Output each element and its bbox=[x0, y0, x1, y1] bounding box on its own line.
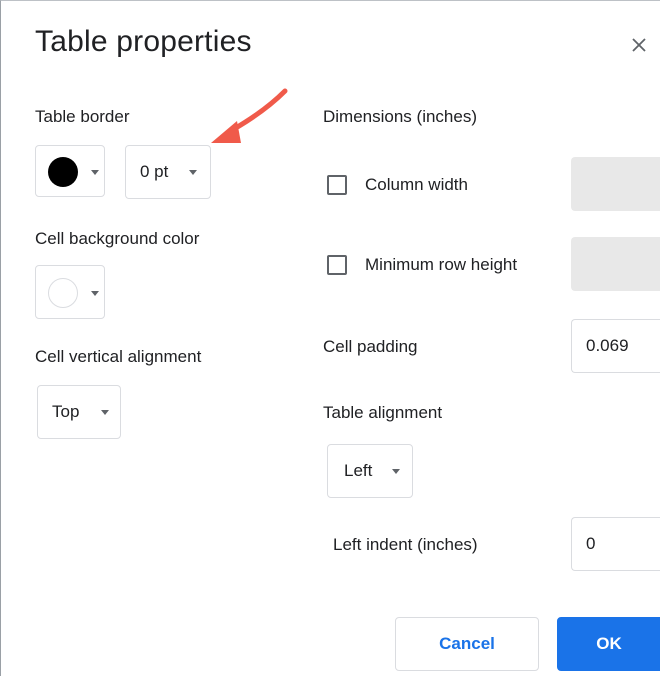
cell-background-label: Cell background color bbox=[35, 229, 200, 248]
column-width-label: Column width bbox=[365, 175, 468, 194]
cell-background-color-button[interactable] bbox=[35, 265, 105, 319]
close-button[interactable] bbox=[627, 33, 651, 57]
close-icon bbox=[632, 38, 646, 52]
cell-background-swatch bbox=[48, 278, 78, 308]
border-color-button[interactable] bbox=[35, 145, 105, 197]
left-indent-input[interactable]: 0 bbox=[571, 517, 660, 571]
table-border-label: Table border bbox=[35, 107, 130, 126]
dialog-title: Table properties bbox=[35, 25, 252, 58]
chevron-down-icon bbox=[392, 469, 400, 474]
ok-button[interactable]: OK bbox=[557, 617, 660, 671]
chevron-down-icon bbox=[101, 410, 109, 415]
min-row-height-checkbox[interactable] bbox=[327, 255, 347, 275]
annotation-arrow-icon bbox=[211, 88, 288, 143]
min-row-height-label: Minimum row height bbox=[365, 255, 518, 274]
dimensions-label: Dimensions (inches) bbox=[323, 107, 477, 126]
vertical-alignment-value: Top bbox=[52, 402, 80, 421]
chevron-down-icon bbox=[91, 291, 99, 296]
cancel-button[interactable]: Cancel bbox=[395, 617, 539, 671]
left-indent-label: Left indent (inches) bbox=[333, 535, 478, 554]
table-alignment-label: Table alignment bbox=[323, 403, 443, 422]
vertical-alignment-dropdown[interactable]: Top bbox=[37, 385, 121, 439]
chevron-down-icon bbox=[189, 170, 197, 175]
column-width-input[interactable] bbox=[571, 157, 660, 211]
border-width-dropdown[interactable]: 0 pt bbox=[125, 145, 211, 199]
cell-padding-label: Cell padding bbox=[323, 337, 418, 356]
table-alignment-dropdown[interactable]: Left bbox=[327, 444, 413, 498]
table-properties-dialog: Table properties Table border 0 pt Cell … bbox=[0, 0, 660, 676]
column-width-checkbox[interactable] bbox=[327, 175, 347, 195]
min-row-height-input[interactable] bbox=[571, 237, 660, 291]
chevron-down-icon bbox=[91, 170, 99, 175]
table-alignment-value: Left bbox=[344, 461, 373, 480]
border-width-value: 0 pt bbox=[140, 162, 169, 181]
cell-vertical-alignment-label: Cell vertical alignment bbox=[35, 347, 202, 366]
border-color-swatch bbox=[48, 157, 78, 187]
cell-padding-input[interactable]: 0.069 bbox=[571, 319, 660, 373]
